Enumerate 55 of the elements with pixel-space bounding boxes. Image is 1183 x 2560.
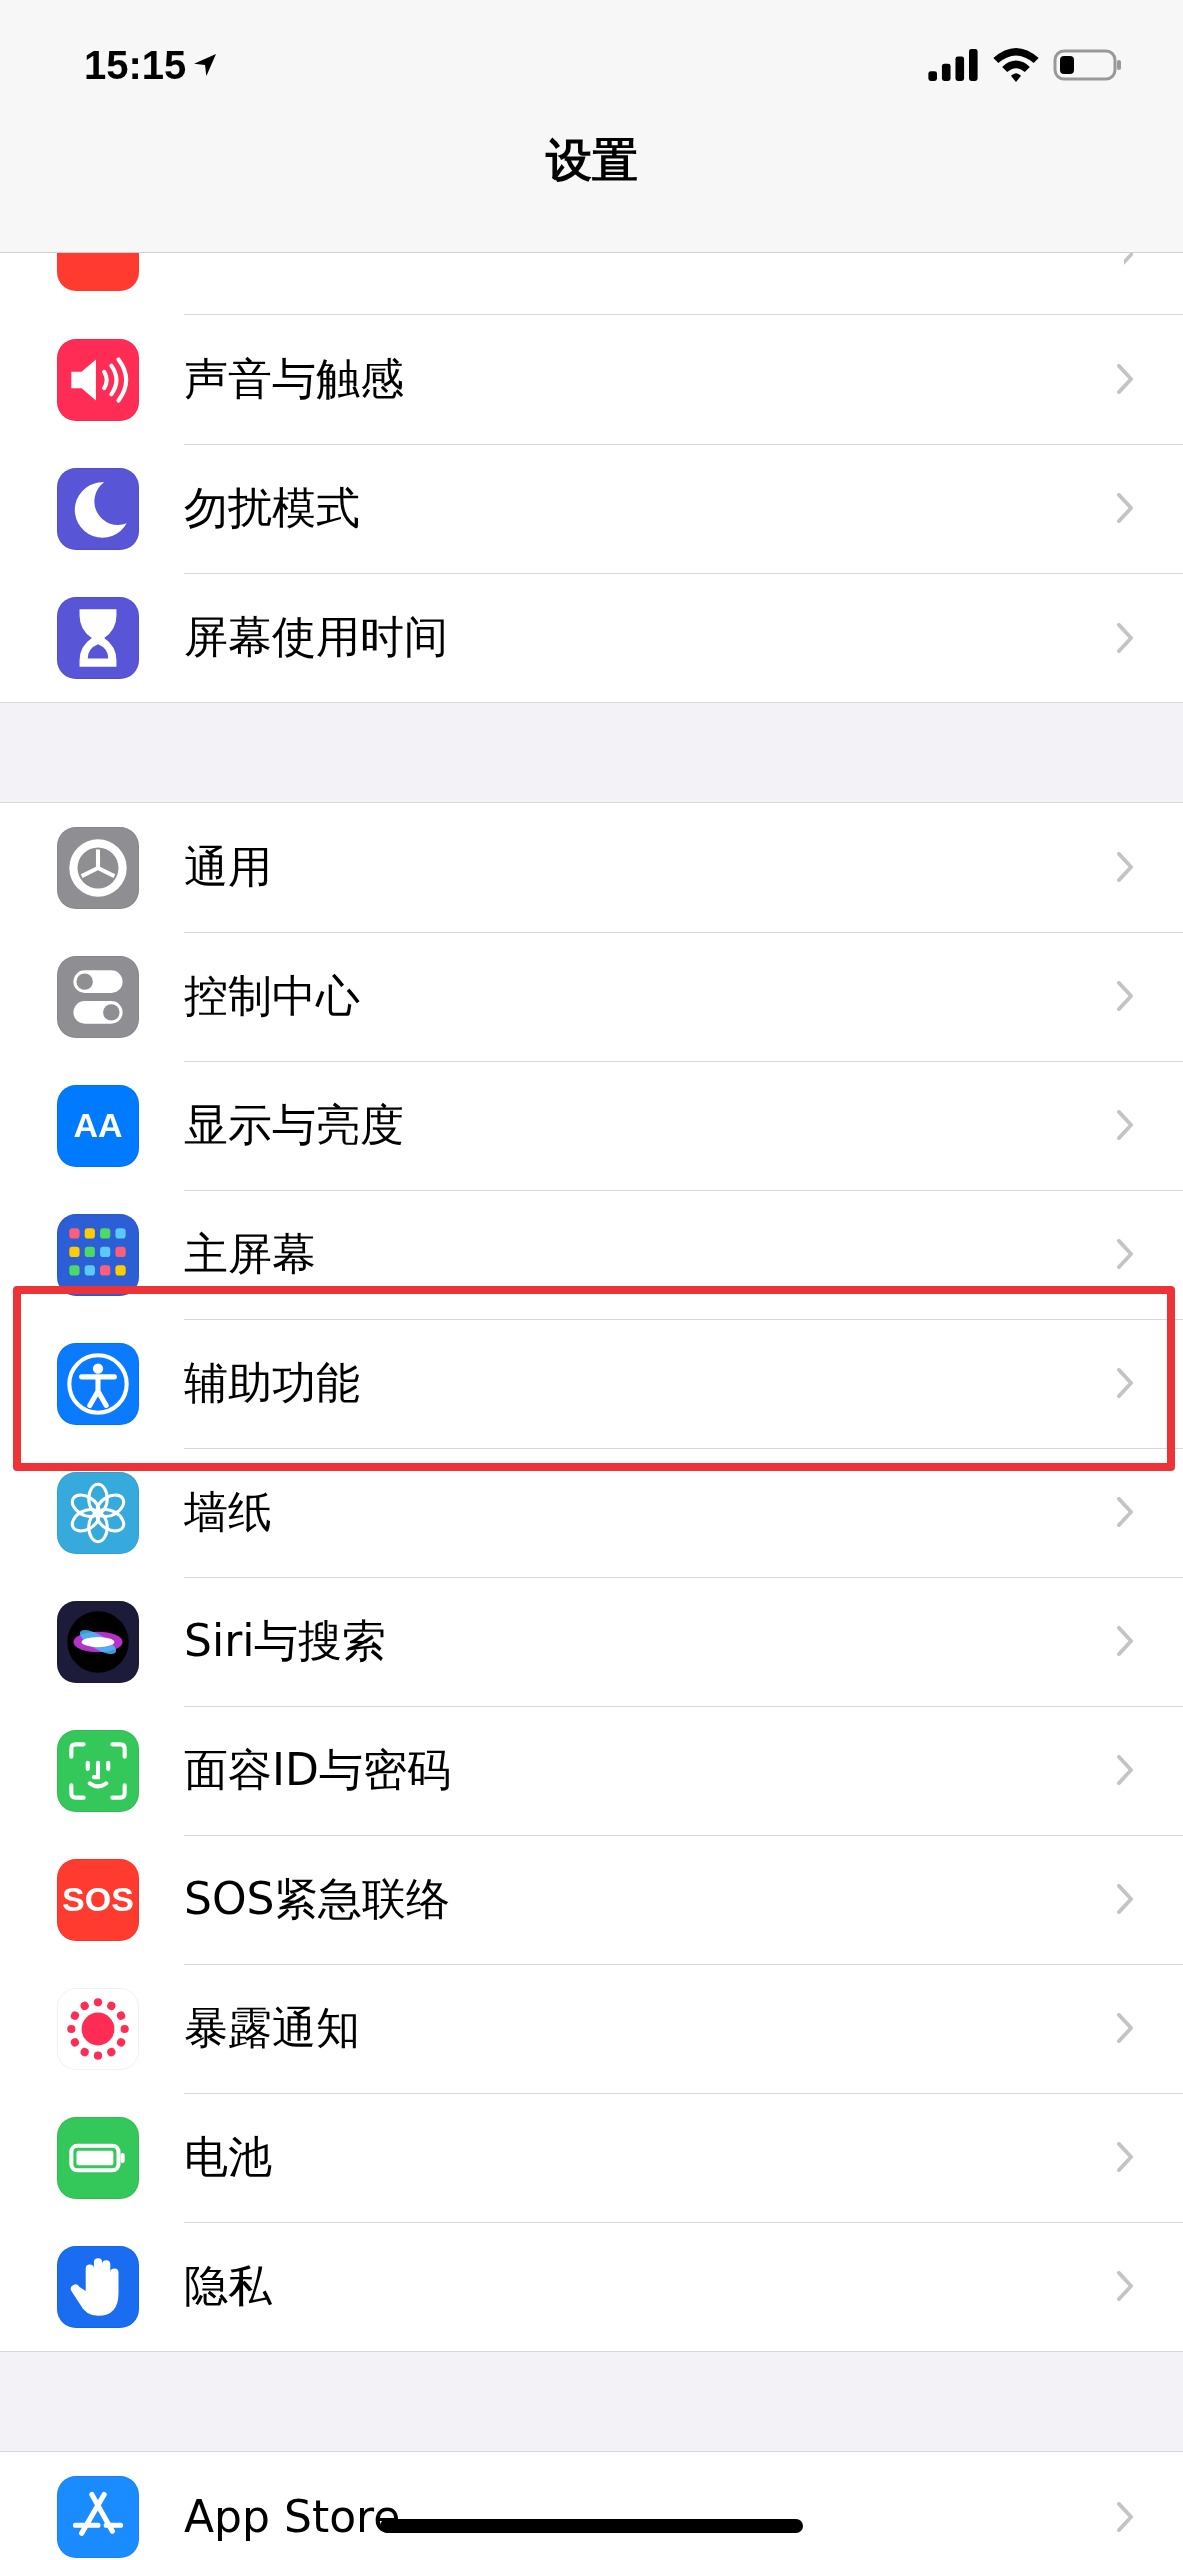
row-label: 主屏幕 [184,1226,316,1281]
wifi-icon [993,48,1039,82]
status-time: 15:15 [84,42,187,88]
settings-row[interactable]: 控制中心 [0,932,1183,1061]
row-label: 控制中心 [184,968,360,1023]
settings-row[interactable]: 面容ID与密码 [0,1706,1183,1835]
settings-row[interactable]: 勿扰模式 [0,444,1183,573]
chevron-icon [1117,1626,1133,1656]
signal-icon [927,49,979,81]
lettering-icon: AA [57,1084,139,1167]
chevron-icon [1117,852,1133,882]
row-label: 显示与亮度 [184,1097,404,1152]
chevron-icon [1117,981,1133,1011]
row-label: 隐私 [184,2258,272,2313]
settings-row[interactable]: 辅助功能 [0,1319,1183,1448]
settings-row[interactable]: 声音与触感 [0,315,1183,444]
chevron-icon [1117,364,1133,394]
chevron-icon [1124,253,1133,267]
chevron-icon [1117,1110,1133,1140]
row-label: Siri与搜索 [184,1613,387,1668]
settings-row[interactable]: 电池 [0,2093,1183,2222]
chevron-icon [1117,1368,1133,1398]
location-icon [194,54,217,76]
chevron-icon [1117,2013,1133,2043]
settings-row[interactable]: 暴露通知 [0,1964,1183,2093]
settings-row[interactable]: 墙纸 [0,1448,1183,1577]
row-label: 电池 [184,2129,272,2184]
settings-row[interactable]: 主屏幕 [0,1190,1183,1319]
chevron-icon [1117,1755,1133,1785]
settings-row[interactable]: AA 显示与亮度 [0,1061,1183,1190]
settings-row[interactable]: SOS SOS紧急联络 [0,1835,1183,1964]
chevron-icon [1117,2501,1133,2532]
settings-row[interactable]: 通用 [0,803,1183,932]
lettering-icon: SOS [57,1858,139,1941]
page-title: 设置 [545,132,638,189]
row-label: 面容ID与密码 [184,1742,451,1797]
chevron-icon [1117,1239,1133,1269]
row-label: 通用 [184,839,272,894]
row-label: SOS紧急联络 [184,1871,451,1926]
row-label: 暴露通知 [184,2000,360,2055]
row-label: 勿扰模式 [184,480,360,535]
row-label: 墙纸 [184,1484,272,1539]
row-label: 辅助功能 [184,1355,360,1410]
chevron-icon [1117,622,1133,653]
settings-row[interactable]: Siri与搜索 [0,1577,1183,1706]
settings-row[interactable]: 隐私 [0,2222,1183,2351]
row-label: 声音与触感 [184,351,404,406]
settings-row[interactable]: 屏幕使用时间 [0,573,1183,702]
chevron-icon [1117,1497,1133,1527]
chevron-icon [1117,2142,1133,2172]
battery-icon [1053,49,1123,81]
chevron-icon [1117,493,1133,523]
row-label: 屏幕使用时间 [184,610,448,664]
chevron-icon [1117,1884,1133,1914]
chevron-icon [1117,2271,1133,2301]
